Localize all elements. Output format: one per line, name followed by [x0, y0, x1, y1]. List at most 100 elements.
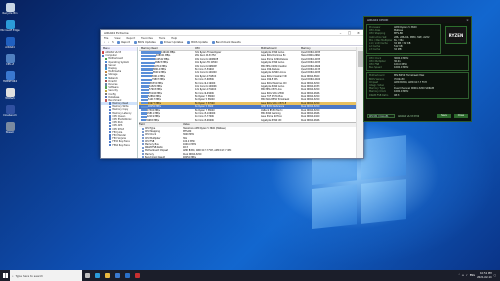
close-button[interactable]: Close — [453, 114, 468, 118]
toolbar-button[interactable]: Driver Updates — [159, 41, 183, 44]
column-header[interactable]: Memory — [301, 47, 357, 50]
clock[interactable]: 10:51 PM 2021-02-14 — [477, 272, 492, 278]
save-button[interactable]: Save — [437, 114, 451, 118]
hwinfo-icon — [5, 71, 15, 80]
details-row: Benchmark Result 48250 MB/s — [139, 156, 357, 158]
desktop-icon-label: Steam — [5, 131, 15, 134]
vertical-scrollbar[interactable] — [356, 47, 363, 158]
menu-item[interactable]: File — [104, 37, 108, 40]
volume-icon[interactable]: ♪ — [466, 274, 468, 277]
cpuid-titlebar[interactable]: AIDA64 CPUID × — [364, 17, 471, 23]
tree-item-label: FP64 Ray-Trace — [112, 143, 130, 147]
core-select[interactable]: CPU #1 / Core #1 — [367, 114, 395, 118]
desktop-icon[interactable]: Steam — [2, 122, 18, 134]
menu-item[interactable]: Tools — [159, 37, 165, 40]
column-header[interactable]: Motherboard — [261, 47, 301, 50]
start-button[interactable] — [0, 270, 10, 281]
network-icon[interactable]: ▭ — [462, 274, 464, 277]
taskbar-app[interactable] — [112, 270, 122, 281]
window-title: AIDA64 Extreme — [104, 30, 129, 35]
3dmark-icon — [5, 88, 15, 97]
result-bar — [141, 88, 149, 91]
info-label: Bus Speed — [369, 66, 382, 70]
close-icon[interactable]: × — [464, 17, 471, 23]
info-row: Bus Speed 1600.0 MHz — [369, 66, 466, 69]
column-header[interactable]: CPU — [195, 47, 261, 50]
desktop-icon-label: Cinebench — [3, 114, 17, 117]
menu-item[interactable]: Favorites — [141, 37, 153, 40]
notification-icon[interactable]: ▢ — [494, 274, 496, 277]
aida64-window[interactable]: AIDA64 Extreme – □ × File View Report Favor… — [100, 29, 364, 159]
steam-icon — [5, 122, 15, 131]
result-bar — [141, 81, 150, 85]
taskbar: ⌕ Type here to search ˄ ▭ ♪ ENG 10:51 PM… — [0, 270, 500, 281]
chevron-up-icon[interactable]: ˄ — [458, 274, 459, 277]
tree-item-icon — [109, 143, 112, 147]
desktop-icon[interactable]: Microsoft Edge — [0, 20, 20, 32]
result-bar — [141, 54, 156, 57]
clock-date: 2021-02-14 — [477, 275, 492, 279]
back-icon[interactable]: ‹ — [104, 41, 105, 44]
desktop-icon-label: HWiNFO64 — [3, 80, 17, 83]
processor-section: Processor AMD Ryzen 5 3600 CPU Alias Matiss… — [366, 24, 441, 54]
desktop-icon[interactable]: AIDA64 — [2, 37, 18, 49]
info-value: 32 MB — [394, 48, 402, 52]
desktop-icon[interactable]: Cinebench — [2, 105, 18, 117]
desktop-icon-label: 3DMark — [4, 97, 16, 100]
desktop-icon[interactable]: Recycle Bin — [2, 3, 18, 15]
taskbar-app[interactable] — [82, 270, 92, 281]
menu-item[interactable]: Help — [171, 37, 177, 40]
minimize-icon[interactable]: – — [336, 31, 345, 35]
result-bar — [141, 95, 148, 98]
result-bar — [141, 68, 153, 71]
result-bar — [141, 102, 148, 105]
toolbar-icon — [117, 41, 121, 44]
language-indicator[interactable]: ENG — [470, 274, 475, 277]
cpuid-title: AIDA64 CPUID — [367, 18, 389, 22]
navigation-tree: Menu AIDA64 v6.33 Computer Motherboard Oper… — [101, 47, 138, 158]
toolbar-button[interactable]: Report — [117, 41, 130, 44]
close-icon[interactable]: × — [354, 31, 363, 35]
windows-start-icon — [2, 273, 8, 278]
cinebench-icon — [5, 105, 15, 114]
refresh-icon[interactable]: ↻ — [112, 41, 114, 44]
result-bar — [141, 105, 148, 108]
toolbar-button[interactable]: BIOS Update — [187, 41, 208, 44]
benchmark-results-table: Memory Read CPU Motherboard Memory 146444 M… — [139, 47, 357, 122]
menu-item[interactable]: Report — [127, 37, 136, 40]
info-value: 1600.0 MHz — [394, 66, 409, 70]
taskbar-app[interactable] — [102, 270, 112, 281]
toolbar-button[interactable]: BIOS Updates — [133, 41, 156, 44]
recycle-bin-icon — [5, 3, 15, 12]
column-header[interactable]: Memory Read — [139, 47, 195, 50]
result-bar — [141, 51, 161, 54]
toolbar-button[interactable]: Benchmark Results — [211, 41, 241, 44]
taskbar-app[interactable] — [122, 270, 132, 281]
toolbar: ‹ › ↻ Report BIOS Updates Driver Updates BI… — [101, 40, 363, 46]
desktop-icon[interactable]: CPU-Z — [2, 54, 18, 66]
info-value: 48:3 — [394, 93, 400, 97]
cpuid-window[interactable]: AIDA64 CPUID × RYZEN Processor AMD Ryzen … — [363, 16, 472, 122]
toolbar-icon — [211, 41, 215, 44]
result-bar — [141, 92, 149, 95]
details-field: Benchmark Result — [139, 156, 183, 158]
aida64-icon — [5, 37, 15, 46]
result-bar — [141, 85, 149, 88]
desktop-icon-label: CPU-Z — [6, 63, 14, 66]
result-bar — [141, 98, 148, 102]
result-bar — [141, 75, 152, 78]
search-box[interactable]: ⌕ Type here to search — [10, 270, 82, 281]
aida64-icon — [134, 273, 140, 278]
taskbar-app[interactable] — [132, 270, 142, 281]
edge-icon — [94, 273, 100, 278]
forward-icon[interactable]: › — [108, 41, 109, 44]
desktop-icon[interactable]: HWiNFO64 — [2, 71, 18, 83]
taskbar-app[interactable] — [92, 270, 102, 281]
result-bar — [141, 58, 155, 61]
tree-item[interactable]: FP64 Ray-Trace — [101, 143, 137, 147]
menu-item[interactable]: View — [114, 37, 120, 40]
info-row: L3 Cache 32 MB — [369, 48, 438, 51]
maximize-icon[interactable]: □ — [345, 31, 354, 35]
toolbar-icon — [187, 41, 191, 44]
desktop-icon[interactable]: 3DMark — [2, 88, 18, 100]
